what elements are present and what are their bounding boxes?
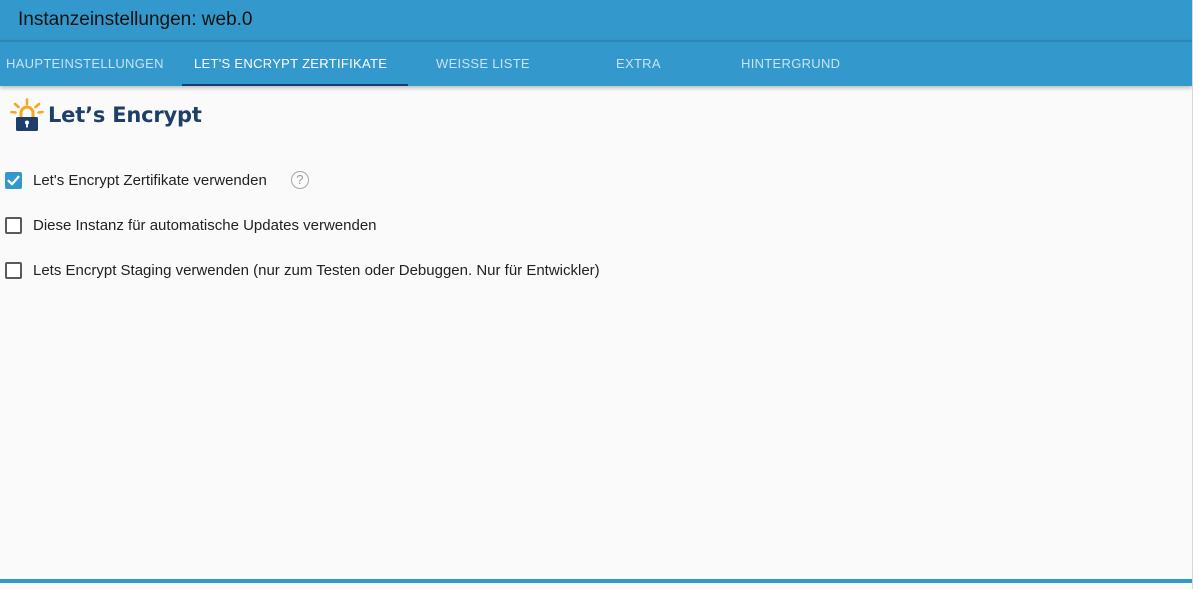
option-staging[interactable]: Lets Encrypt Staging verwenden (nur zum … <box>5 260 600 280</box>
tab-hintergrund[interactable]: HINTERGRUND <box>741 42 840 86</box>
lets-encrypt-logo: Let’s Encrypt <box>10 98 202 132</box>
checkbox-staging[interactable] <box>5 261 22 279</box>
dialog-title: Instanzeinstellungen: web.0 <box>18 9 253 30</box>
option-auto-updates[interactable]: Diese Instanz für automatische Updates v… <box>5 215 377 235</box>
checkmark-icon <box>7 175 20 185</box>
tab-weisse-liste[interactable]: WEISSE LISTE <box>436 42 530 86</box>
title-bar: Instanzeinstellungen: web.0 <box>0 0 1192 40</box>
option-use-lets-encrypt[interactable]: Let's Encrypt Zertifikate verwenden ? <box>5 170 309 190</box>
settings-dialog: Instanzeinstellungen: web.0 HAUPTEINSTEL… <box>0 0 1193 589</box>
tab-haupteinstellungen[interactable]: HAUPTEINSTELLUNGEN <box>6 42 164 86</box>
option-label: Let's Encrypt Zertifikate verwenden <box>33 171 267 189</box>
option-label: Lets Encrypt Staging verwenden (nur zum … <box>33 261 600 279</box>
tab-content: Let’s Encrypt Let's Encrypt Zertifikate … <box>0 86 1192 583</box>
checkbox-auto-updates[interactable] <box>5 216 22 234</box>
checkbox-use-lets-encrypt[interactable] <box>5 171 22 189</box>
tab-bar: HAUPTEINSTELLUNGEN LET'S ENCRYPT ZERTIFI… <box>0 40 1192 86</box>
option-label: Diese Instanz für automatische Updates v… <box>33 216 377 234</box>
logo-text: Let’s Encrypt <box>48 103 202 127</box>
help-icon[interactable]: ? <box>290 171 309 189</box>
lets-encrypt-lock-icon <box>10 98 44 131</box>
tab-lets-encrypt[interactable]: LET'S ENCRYPT ZERTIFIKATE <box>194 42 387 86</box>
bottom-bar <box>0 579 1192 583</box>
tab-extra[interactable]: EXTRA <box>616 42 661 86</box>
